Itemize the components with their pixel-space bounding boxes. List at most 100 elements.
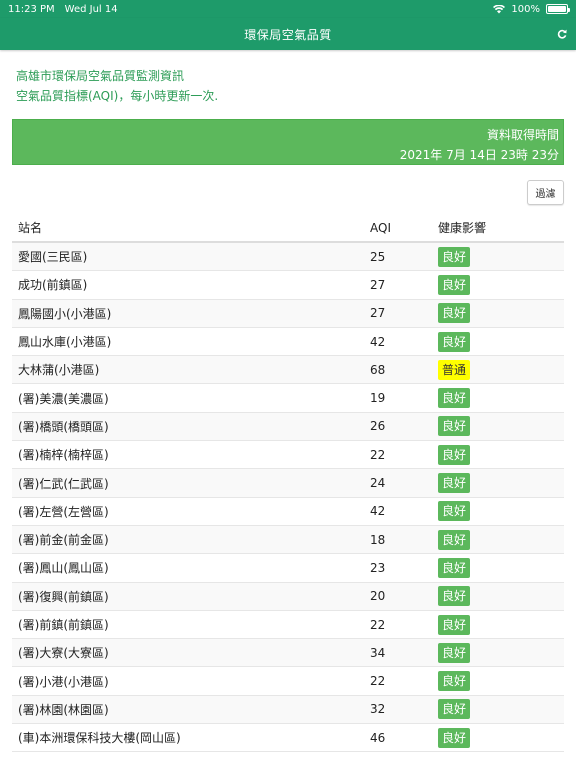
- aqi-table: 站名 AQI 健康影響 愛國(三民區) 25 良好 成功(前鎮區) 27 良好 鳳陽國小(小…: [12, 214, 564, 753]
- health-badge: 良好: [438, 246, 471, 267]
- battery-percent: 100%: [511, 3, 540, 15]
- aqi-value: 23: [370, 560, 386, 575]
- table-row: (署)前鎮(前鎮區) 22 良好: [12, 611, 564, 640]
- health-badge: 良好: [438, 274, 471, 295]
- station-name: (署)左營(左營區): [18, 504, 109, 519]
- wifi-icon: [493, 4, 506, 14]
- status-bar: 11:23 PM Wed Jul 14 100%: [0, 0, 576, 18]
- aqi-value: 27: [370, 306, 386, 321]
- health-badge: 良好: [438, 614, 471, 635]
- health-cell: 良好: [438, 727, 564, 748]
- status-date: Wed Jul 14: [64, 3, 118, 15]
- filter-button[interactable]: 過濾: [527, 180, 564, 205]
- refresh-icon[interactable]: [554, 26, 570, 42]
- station-name: (署)鳳山(鳳山區): [18, 561, 109, 576]
- health-badge: 良好: [438, 444, 471, 465]
- health-cell: 良好: [438, 671, 564, 692]
- station-name: (署)仁武(仁武區): [18, 476, 109, 491]
- table-row: (署)小港(小港區) 22 良好: [12, 667, 564, 696]
- table-row: (署)復興(前鎮區) 20 良好: [12, 582, 564, 611]
- health-cell: 普通: [438, 359, 564, 380]
- aqi-value: 19: [370, 391, 386, 406]
- health-cell: 良好: [438, 642, 564, 663]
- battery-icon: [546, 4, 570, 14]
- intro-line-2: 空氣品質指標(AQI)，每小時更新一次.: [16, 89, 219, 103]
- aqi-value: 18: [370, 532, 386, 547]
- table-row: (署)林園(林園區) 32 良好: [12, 695, 564, 725]
- health-badge: 良好: [438, 671, 471, 692]
- aqi-value: 68: [370, 362, 386, 377]
- station-name: (署)復興(前鎮區): [18, 589, 109, 604]
- health-cell: 良好: [438, 331, 564, 352]
- table-body: 愛國(三民區) 25 良好 成功(前鎮區) 27 良好 鳳陽國小(小港區) 27 良好 鳳山水庫(…: [12, 243, 564, 753]
- header-station: 站名: [18, 221, 43, 235]
- table-row: (署)楠梓(楠梓區) 22 良好: [12, 441, 564, 470]
- station-name: 鳳山水庫(小港區): [18, 335, 112, 350]
- health-badge: 良好: [438, 529, 471, 550]
- table-header: 站名 AQI 健康影響: [12, 214, 564, 243]
- health-badge: 良好: [438, 501, 471, 522]
- health-badge: 良好: [438, 642, 471, 663]
- aqi-value: 27: [370, 277, 386, 292]
- aqi-value: 24: [370, 476, 386, 491]
- health-cell: 良好: [438, 473, 564, 494]
- health-badge: 良好: [438, 727, 471, 748]
- table-row: (署)前金(前金區) 18 良好: [12, 525, 564, 555]
- health-badge: 良好: [438, 473, 471, 494]
- header-aqi: AQI: [370, 220, 391, 235]
- table-row: 大林蒲(小港區) 68 普通: [12, 356, 564, 385]
- station-name: 大林蒲(小港區): [18, 363, 100, 378]
- fetch-time-label: 資料取得時間: [486, 128, 559, 142]
- aqi-value: 46: [370, 730, 386, 745]
- health-badge: 良好: [438, 416, 471, 437]
- station-name: (署)林園(林園區): [18, 702, 109, 717]
- table-row: (車)本洲環保科技大樓(岡山區) 46 良好: [12, 724, 564, 753]
- station-name: (署)小港(小港區): [18, 674, 109, 689]
- aqi-value: 42: [370, 334, 386, 349]
- nav-title: 環保局空氣品質: [244, 27, 332, 42]
- fetch-time-value: 2021年 7月 14日 23時 23分: [399, 148, 559, 162]
- aqi-value: 22: [370, 447, 386, 462]
- health-cell: 良好: [438, 246, 564, 267]
- fetch-time-box: 資料取得時間 2021年 7月 14日 23時 23分: [12, 119, 564, 165]
- station-name: (署)大寮(大寮區): [18, 646, 109, 661]
- station-name: 成功(前鎮區): [18, 278, 88, 293]
- health-badge: 良好: [438, 699, 471, 720]
- intro-text: 高雄市環保局空氣品質監測資訊 空氣品質指標(AQI)，每小時更新一次.: [16, 66, 218, 106]
- station-name: (署)美濃(美濃區): [18, 391, 109, 406]
- health-badge: 普通: [438, 359, 471, 380]
- table-row: (署)橋頭(橋頭區) 26 良好: [12, 412, 564, 442]
- health-cell: 良好: [438, 274, 564, 295]
- table-row: 鳳陽國小(小港區) 27 良好: [12, 299, 564, 328]
- table-row: (署)美濃(美濃區) 19 良好: [12, 384, 564, 413]
- health-badge: 良好: [438, 557, 471, 578]
- nav-bar: 環保局空氣品質: [0, 18, 576, 50]
- health-cell: 良好: [438, 586, 564, 607]
- station-name: (車)本洲環保科技大樓(岡山區): [18, 731, 181, 746]
- station-name: 愛國(三民區): [18, 250, 88, 265]
- station-name: (署)前金(前金區): [18, 533, 109, 548]
- status-time: 11:23 PM: [8, 3, 55, 15]
- aqi-value: 32: [370, 702, 386, 717]
- health-cell: 良好: [438, 557, 564, 578]
- health-cell: 良好: [438, 529, 564, 550]
- table-row: (署)大寮(大寮區) 34 良好: [12, 639, 564, 668]
- aqi-value: 22: [370, 617, 386, 632]
- aqi-value: 25: [370, 249, 386, 264]
- aqi-value: 34: [370, 645, 386, 660]
- intro-line-1: 高雄市環保局空氣品質監測資訊: [16, 69, 185, 83]
- health-cell: 良好: [438, 416, 564, 437]
- station-name: (署)橋頭(橋頭區): [18, 419, 109, 434]
- health-badge: 良好: [438, 331, 471, 352]
- table-row: 愛國(三民區) 25 良好: [12, 243, 564, 272]
- table-row: (署)仁武(仁武區) 24 良好: [12, 469, 564, 498]
- health-cell: 良好: [438, 303, 564, 324]
- table-row: (署)左營(左營區) 42 良好: [12, 498, 564, 526]
- station-name: (署)前鎮(前鎮區): [18, 618, 109, 632]
- aqi-value: 26: [370, 419, 386, 434]
- health-cell: 良好: [438, 614, 564, 635]
- aqi-value: 22: [370, 674, 386, 689]
- health-cell: 良好: [438, 699, 564, 720]
- aqi-value: 20: [370, 589, 386, 604]
- health-cell: 良好: [438, 388, 564, 409]
